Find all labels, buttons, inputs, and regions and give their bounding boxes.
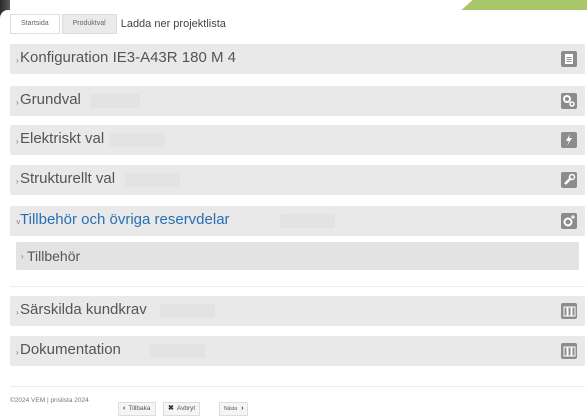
placeholder-shade bbox=[110, 133, 165, 147]
back-label: Tillbaka bbox=[128, 405, 151, 412]
chevron-right-icon: › bbox=[16, 98, 19, 107]
document-icon[interactable] bbox=[561, 51, 577, 67]
section-label: Särskilda kundkrav bbox=[20, 301, 147, 318]
wrench-icon[interactable] bbox=[561, 172, 577, 188]
section-konfiguration[interactable]: › Konfiguration IE3-A43R 180 M 4 bbox=[10, 44, 585, 74]
section-label: Dokumentation bbox=[20, 341, 121, 358]
next-label: Nästa bbox=[224, 406, 238, 412]
chevron-right-icon: › bbox=[16, 137, 19, 146]
chevron-left-icon: ‹ bbox=[123, 405, 126, 412]
main-panel: Startsida Produktval Ladda ner projektli… bbox=[0, 10, 587, 418]
chevron-right-icon: › bbox=[16, 177, 19, 186]
divider bbox=[10, 386, 585, 387]
lightning-icon[interactable] bbox=[561, 132, 577, 148]
section-dokumentation[interactable]: › Dokumentation bbox=[10, 336, 585, 366]
placeholder-shade bbox=[125, 173, 180, 187]
section-label: Grundval bbox=[20, 91, 81, 108]
section-label: Strukturellt val bbox=[20, 170, 116, 187]
chevron-right-icon: › bbox=[21, 252, 24, 261]
binders-icon[interactable] bbox=[561, 343, 577, 359]
tab-bar: Startsida Produktval Ladda ner projektli… bbox=[10, 14, 226, 34]
section-label: Tillbehör och övriga reservdelar bbox=[20, 211, 230, 228]
gears-icon[interactable] bbox=[561, 93, 577, 109]
chevron-right-icon: › bbox=[16, 308, 19, 317]
subsection-label: Tillbehör bbox=[27, 248, 81, 264]
next-button[interactable]: Nästa › bbox=[219, 402, 249, 416]
placeholder-shade bbox=[150, 344, 205, 358]
back-button[interactable]: ‹ Tillbaka bbox=[118, 402, 156, 416]
chevron-right-icon: › bbox=[16, 56, 19, 65]
section-strukturellt-val[interactable]: › Strukturellt val bbox=[10, 165, 585, 195]
tab-startsida[interactable]: Startsida bbox=[10, 14, 60, 34]
placeholder-shade bbox=[280, 214, 335, 228]
placeholder-shade bbox=[90, 94, 140, 108]
divider bbox=[10, 286, 585, 287]
chevron-right-icon: › bbox=[241, 405, 244, 412]
section-label: Konfiguration IE3-A43R 180 M 4 bbox=[20, 49, 236, 66]
chevron-right-icon: › bbox=[16, 348, 19, 357]
section-tillbehor-reservdelar[interactable]: ˅ Tillbehör och övriga reservdelar bbox=[10, 206, 585, 236]
gear-add-icon[interactable] bbox=[561, 213, 577, 229]
footer-copyright: ©2024 VEM | prislista 2024 bbox=[10, 397, 89, 404]
cancel-label: Avbryt bbox=[176, 405, 196, 412]
tab-title: Ladda ner projektlista bbox=[120, 18, 226, 30]
section-grundval[interactable]: › Grundval bbox=[10, 86, 585, 116]
binders-icon[interactable] bbox=[561, 303, 577, 319]
section-label: Elektriskt val bbox=[20, 130, 105, 147]
placeholder-shade bbox=[160, 304, 215, 318]
tab-produktval[interactable]: Produktval bbox=[61, 14, 117, 34]
section-elektriskt-val[interactable]: › Elektriskt val bbox=[10, 125, 585, 155]
cancel-button[interactable]: ✖ Avbryt bbox=[163, 402, 201, 416]
close-icon: ✖ bbox=[168, 405, 174, 412]
section-sarskilda-kundkrav[interactable]: › Särskilda kundkrav bbox=[10, 296, 585, 326]
subsection-tillbehor[interactable]: › Tillbehör bbox=[16, 242, 579, 270]
